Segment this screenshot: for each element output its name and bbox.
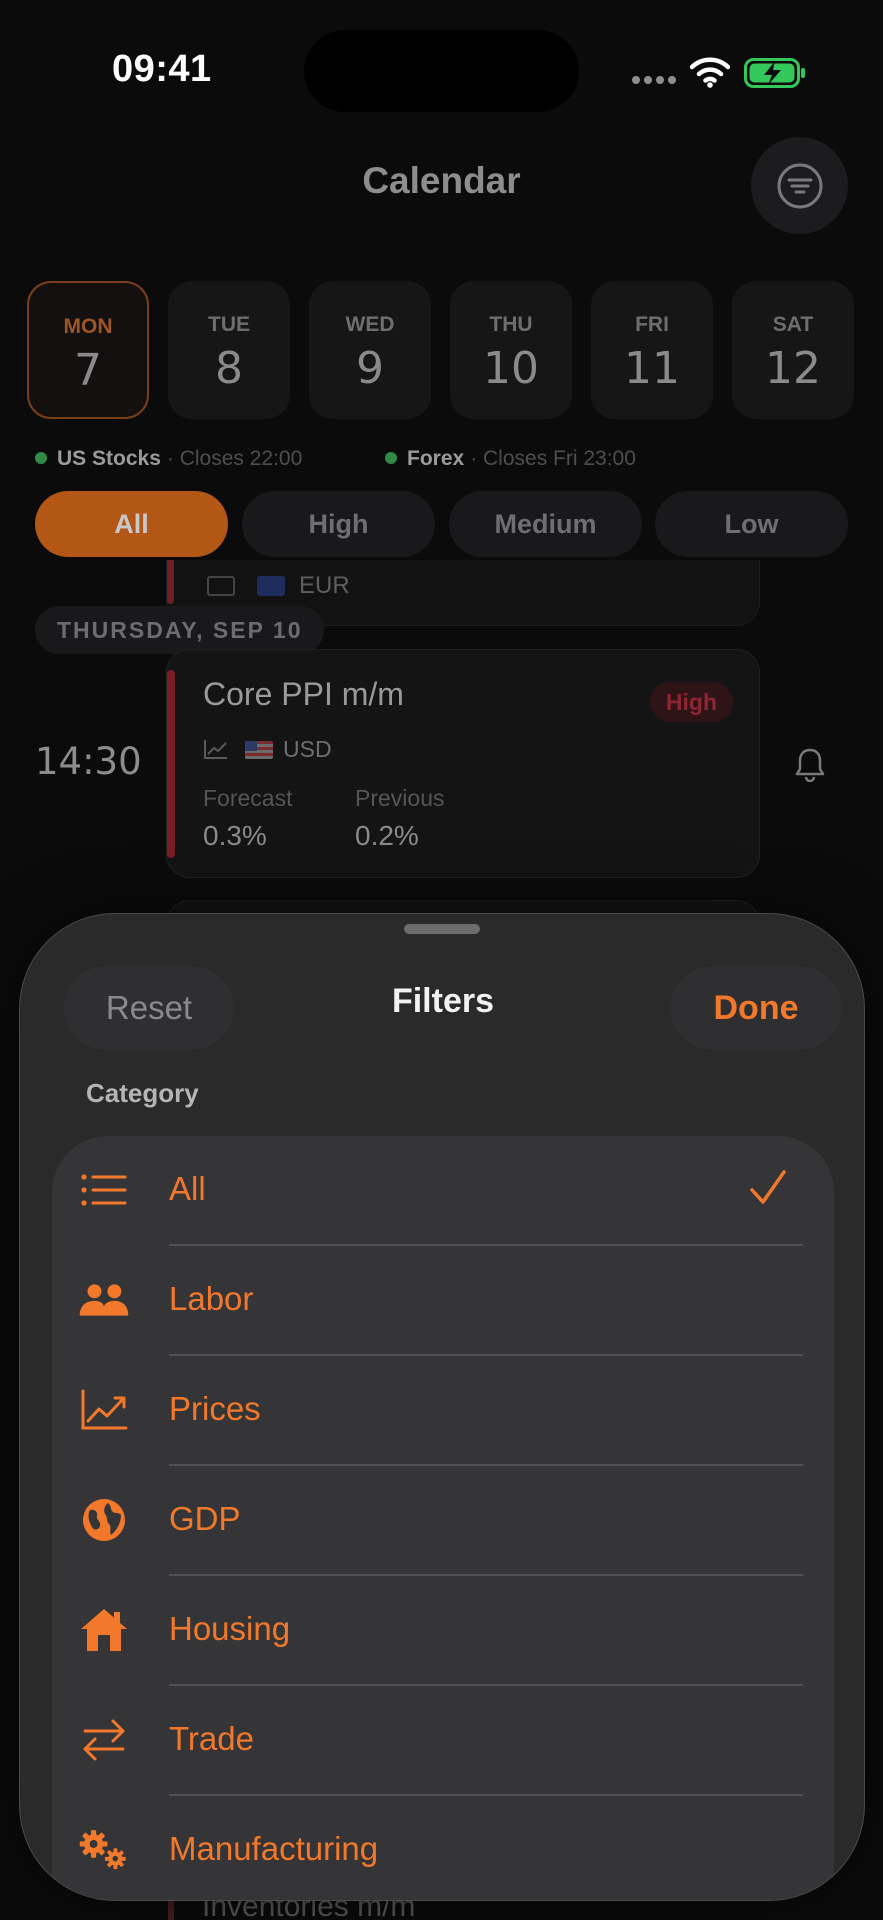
chip-high[interactable]: High	[242, 491, 435, 557]
day-date: 11	[624, 343, 680, 394]
list-icon	[81, 1174, 127, 1206]
globe-icon	[83, 1499, 125, 1541]
day-name: FRI	[635, 313, 669, 336]
checkmark-icon	[750, 1170, 786, 1204]
day-name: MON	[63, 315, 113, 338]
dynamic-island	[304, 30, 579, 112]
category-label: GDP	[169, 1500, 241, 1537]
impact-filter-chips: All High Medium Low	[35, 491, 849, 557]
category-row-all[interactable]: All	[52, 1136, 834, 1246]
category-label: Trade	[169, 1720, 254, 1757]
us-flag-icon	[245, 741, 273, 759]
event-name: Core PPI m/m	[203, 676, 404, 712]
category-row-labor[interactable]: Labor	[52, 1246, 834, 1356]
category-row-manufacturing[interactable]: Manufacturing	[52, 1796, 834, 1900]
market-name: US Stocks	[57, 447, 161, 470]
day-fri[interactable]: FRI 11	[591, 281, 713, 419]
event-currency: EUR	[299, 572, 350, 599]
market-forex: Forex · Closes Fri 23:00	[385, 447, 636, 471]
day-date: 10	[483, 343, 539, 394]
chip-low[interactable]: Low	[655, 491, 848, 557]
day-thu[interactable]: THU 10	[450, 281, 572, 419]
gears-icon	[79, 1830, 126, 1870]
open-status-dot	[35, 452, 47, 464]
date-section-header: THURSDAY, SEP 10	[35, 606, 325, 654]
chip-medium[interactable]: Medium	[449, 491, 642, 557]
forecast-value: 0.3%	[203, 820, 267, 851]
day-sat[interactable]: SAT 12	[732, 281, 854, 419]
day-tue[interactable]: TUE 8	[168, 281, 290, 419]
filter-lines-icon	[777, 163, 822, 208]
event-currency: USD	[283, 736, 332, 762]
day-strip: MON 7 TUE 8 WED 9 THU 10 FRI 11 SAT 12	[27, 281, 883, 419]
signal-icon	[632, 76, 676, 86]
category-label: Labor	[169, 1280, 254, 1317]
category-row-trade[interactable]: Trade	[52, 1686, 834, 1796]
chip-all[interactable]: All	[35, 491, 228, 557]
wifi-icon	[690, 57, 730, 88]
bell-icon[interactable]	[793, 746, 827, 782]
house-icon	[81, 1609, 127, 1651]
chart-line-icon	[204, 740, 227, 759]
forecast-label: Forecast	[203, 785, 293, 811]
arrows-swap-icon	[83, 1719, 125, 1761]
day-date: 7	[74, 345, 102, 396]
day-wed[interactable]: WED 9	[309, 281, 431, 419]
done-button[interactable]: Done	[670, 966, 842, 1050]
category-row-housing[interactable]: Housing	[52, 1576, 834, 1686]
sheet-grabber[interactable]	[404, 924, 480, 934]
day-name: SAT	[772, 313, 814, 336]
impact-badge: High	[649, 682, 733, 722]
status-time: 09:41	[112, 48, 212, 90]
category-row-prices[interactable]: Prices	[52, 1356, 834, 1466]
event-card[interactable]: Core PPI m/m High USD Forecast 0.3% Prev…	[166, 649, 760, 878]
eu-flag-icon	[257, 576, 285, 596]
filter-button[interactable]	[751, 137, 848, 234]
market-us-stocks: US Stocks · Closes 22:00	[35, 447, 302, 471]
category-label: All	[169, 1170, 206, 1207]
category-list: All Labor Prices GDP Housing Trade Manuf…	[52, 1136, 834, 1900]
market-status: US Stocks · Closes 22:00 Forex · Closes Fr…	[35, 447, 835, 477]
people-icon	[79, 1284, 129, 1316]
category-row-gdp[interactable]: GDP	[52, 1466, 834, 1576]
category-label: Manufacturing	[169, 1830, 379, 1867]
chart-line-icon	[81, 1389, 128, 1430]
day-name: THU	[489, 313, 533, 336]
calendar-icon	[207, 576, 235, 596]
market-close-time: · Closes Fri 23:00	[470, 447, 636, 470]
filters-sheet: Reset Filters Done Category All Labor Pr…	[19, 913, 865, 1901]
day-name: WED	[345, 313, 395, 336]
previous-label: Previous	[355, 785, 445, 811]
event-time: 14:30	[35, 740, 142, 783]
day-date: 9	[356, 343, 384, 394]
category-label: Prices	[169, 1390, 261, 1427]
impact-bar	[167, 670, 175, 858]
open-status-dot	[385, 452, 397, 464]
section-label: Category	[86, 1078, 199, 1108]
day-mon[interactable]: MON 7	[27, 281, 149, 419]
category-label: Housing	[169, 1610, 291, 1647]
event-meta: USD	[203, 736, 332, 766]
market-close-time: · Closes 22:00	[166, 447, 303, 470]
market-name: Forex	[407, 447, 465, 470]
status-bar: 09:41	[0, 0, 883, 140]
impact-bar	[167, 560, 174, 604]
battery-charging-icon	[744, 58, 805, 88]
day-date: 12	[765, 343, 821, 394]
impact-bar	[168, 1898, 174, 1920]
day-date: 8	[215, 343, 243, 394]
day-name: TUE	[208, 313, 250, 336]
previous-value: 0.2%	[355, 820, 419, 851]
